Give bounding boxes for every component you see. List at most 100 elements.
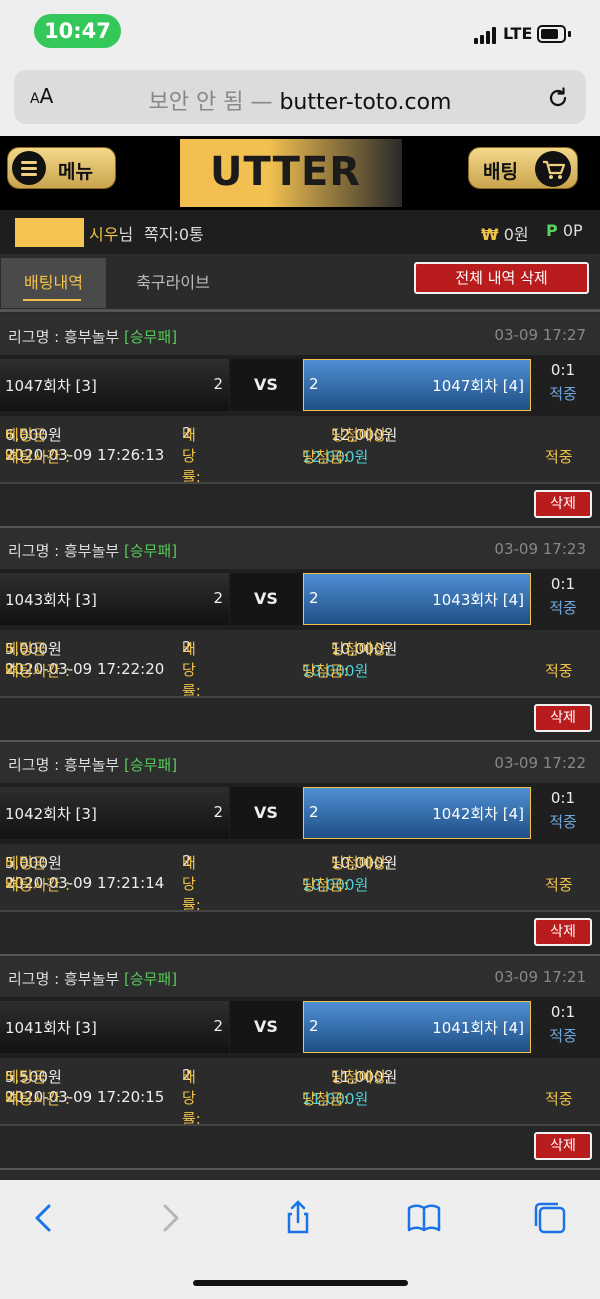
bet-info: 베팅금액: 5,000원 배당률: 2 당첨예상: 10,000원 배팅시간 : 20… <box>0 844 600 914</box>
bet-time: 배팅시간 : 2020-03-09 17:22:20 <box>5 660 165 680</box>
expected-win: 당첨예상: 10,000원 <box>331 854 398 872</box>
bet-amount: 베팅금액: 6,000원 <box>5 426 62 465</box>
home-indicator <box>193 1280 408 1286</box>
delete-row: 삭제 <box>0 912 600 956</box>
away-name: 1041회차 [4] <box>432 1019 524 1037</box>
league-header: 리그명 : 흥부놀부 [승무패] 03-09 17:21 <box>0 956 600 997</box>
network-label: LTE <box>503 24 533 43</box>
win-amount: 당첨금: 12,000원 <box>302 448 369 466</box>
bet-date: 03-09 17:23 <box>494 540 586 558</box>
bookmarks-icon[interactable] <box>404 1198 444 1238</box>
battery-nub <box>568 31 571 37</box>
home-team: 1043회차 [3] 2 <box>0 573 229 625</box>
bet-info: 베팅금액: 6,000원 배당률: 2 당첨예상: 12,000원 배팅시간 : 20… <box>0 416 600 486</box>
away-odds: 2 <box>309 1017 319 1035</box>
result-status: 적중 <box>545 1090 573 1108</box>
bet-card: 리그명 : 흥부놀부 [승무패] 03-09 17:27 1047회차 [3] 2 VS… <box>0 314 600 528</box>
match-row: 1041회차 [3] 2 VS 2 1041회차 [4] 0:1 적중 <box>0 997 600 1058</box>
league-header: 리그명 : 흥부놀부 [승무패] 03-09 17:23 <box>0 528 600 569</box>
balance: ₩ 0원 <box>481 225 529 244</box>
expected-win: 당첨예상: 11,000원 <box>331 1068 398 1086</box>
match-score: 0:1 <box>550 361 576 379</box>
menu-label: 메뉴 <box>58 161 93 183</box>
home-odds: 2 <box>213 375 223 393</box>
card-divider <box>0 1168 600 1170</box>
user-name: 시우님 <box>89 225 134 244</box>
bet-amount: 베팅금액: 5,000원 <box>5 640 62 679</box>
delete-row: 삭제 <box>0 484 600 528</box>
tab-divider <box>0 309 600 312</box>
away-team-selected: 2 1042회차 [4] <box>303 787 531 839</box>
bet-info: 베팅금액: 5,500원 배당률: 2 당첨예상: 11,000원 배팅시간 : 20… <box>0 1058 600 1128</box>
site-header: 메뉴 UTTER 배팅 <box>0 136 600 210</box>
away-team-selected: 2 1043회차 [4] <box>303 573 531 625</box>
hit-status: 적중 <box>549 813 577 831</box>
delete-button[interactable]: 삭제 <box>534 490 592 518</box>
url-text[interactable]: 보안 안 됨 — butter-toto.com <box>14 84 586 116</box>
status-time: 10:47 <box>34 14 121 48</box>
browser-bar: AA 보안 안 됨 — butter-toto.com <box>0 66 600 136</box>
bet-card: 리그명 : 흥부놀부 [승무패] 03-09 17:22 1042회차 [3] 2 VS… <box>0 742 600 956</box>
points: P 0P <box>546 221 583 240</box>
forward-icon[interactable] <box>150 1198 190 1238</box>
league-header: 리그명 : 흥부놀부 [승무패] 03-09 17:22 <box>0 742 600 783</box>
home-team: 1042회차 [3] 2 <box>0 787 229 839</box>
league-label: 리그명 : 흥부놀부 [승무패] <box>8 328 178 346</box>
vs-label: VS <box>230 787 302 839</box>
home-odds: 2 <box>213 1017 223 1035</box>
result-status: 적중 <box>545 876 573 894</box>
home-name: 1042회차 [3] <box>5 805 97 823</box>
site-logo[interactable]: UTTER <box>180 139 402 207</box>
bet-odds: 배당률: 2 <box>182 1066 201 1128</box>
bet-label: 배팅 <box>483 161 518 183</box>
away-odds: 2 <box>309 589 319 607</box>
logo-text: UTTER <box>210 149 362 195</box>
cart-icon <box>535 151 571 187</box>
bet-button[interactable]: 배팅 <box>468 147 578 189</box>
hit-status: 적중 <box>549 385 577 403</box>
home-odds: 2 <box>213 803 223 821</box>
share-icon[interactable] <box>278 1198 318 1238</box>
away-team-selected: 2 1047회차 [4] <box>303 359 531 411</box>
away-name: 1042회차 [4] <box>432 805 524 823</box>
bet-date: 03-09 17:22 <box>494 754 586 772</box>
result-status: 적중 <box>545 448 573 466</box>
battery-icon <box>537 25 566 43</box>
expected-win: 당첨예상: 12,000원 <box>331 426 398 444</box>
match-score: 0:1 <box>550 1003 576 1021</box>
menu-button[interactable]: 메뉴 <box>7 147 116 189</box>
home-name: 1043회차 [3] <box>5 591 97 609</box>
tab-bet-history[interactable]: 배팅내역 <box>1 258 106 308</box>
tabs-icon[interactable] <box>530 1198 570 1238</box>
league-label: 리그명 : 흥부놀부 [승무패] <box>8 542 178 560</box>
delete-button[interactable]: 삭제 <box>534 704 592 732</box>
match-row: 1043회차 [3] 2 VS 2 1043회차 [4] 0:1 적중 <box>0 569 600 630</box>
bet-date: 03-09 17:21 <box>494 968 586 986</box>
delete-button[interactable]: 삭제 <box>534 1132 592 1160</box>
home-odds: 2 <box>213 589 223 607</box>
tab-soccer-live[interactable]: 축구라이브 <box>118 258 228 308</box>
win-amount: 당첨금: 10,000원 <box>302 876 369 894</box>
hit-status: 적중 <box>549 1027 577 1045</box>
bet-odds: 배당률: 2 <box>182 424 201 486</box>
delete-all-button[interactable]: 전체 내역 삭제 <box>414 262 589 294</box>
won-icon: ₩ <box>481 225 499 244</box>
user-bar: 시우님 쪽지:0통 ₩ 0원 P 0P <box>0 210 600 254</box>
away-odds: 2 <box>309 803 319 821</box>
address-bar[interactable]: AA 보안 안 됨 — butter-toto.com <box>14 70 586 124</box>
match-row: 1047회차 [3] 2 VS 2 1047회차 [4] 0:1 적중 <box>0 355 600 416</box>
signal-icon <box>474 26 500 44</box>
reload-icon[interactable] <box>546 86 570 110</box>
away-name: 1043회차 [4] <box>432 591 524 609</box>
point-icon: P <box>546 221 558 240</box>
delete-row: 삭제 <box>0 1126 600 1170</box>
bet-card: 리그명 : 흥부놀부 [승무패] 03-09 17:21 1041회차 [3] 2 VS… <box>0 956 600 1170</box>
back-icon[interactable] <box>24 1198 64 1238</box>
league-label: 리그명 : 흥부놀부 [승무패] <box>8 970 178 988</box>
win-amount: 당첨금: 10,000원 <box>302 662 369 680</box>
messages-link[interactable]: 쪽지:0통 <box>144 221 204 245</box>
away-name: 1047회차 [4] <box>432 377 524 395</box>
user-avatar-box <box>15 218 84 247</box>
delete-button[interactable]: 삭제 <box>534 918 592 946</box>
delete-row: 삭제 <box>0 698 600 742</box>
